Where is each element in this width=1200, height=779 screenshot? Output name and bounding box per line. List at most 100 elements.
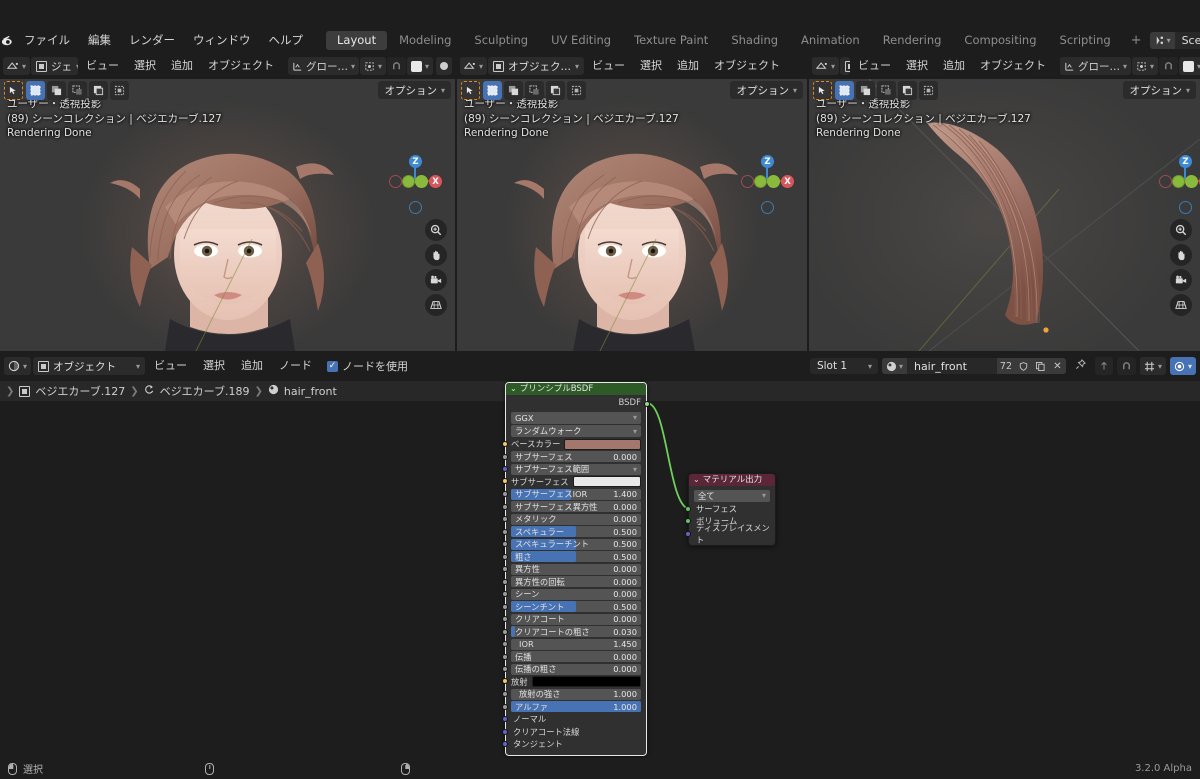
viewport-right-snap-magnet-icon[interactable] xyxy=(1159,57,1179,75)
node-input-subsurface-color[interactable]: サブサーフェス xyxy=(502,476,641,487)
gizmo-axis-neg-y[interactable] xyxy=(1172,175,1185,188)
tab-layout[interactable]: Layout xyxy=(326,30,388,50)
material-datablock[interactable]: ▾ hair_front 72 ✕ xyxy=(881,358,1066,374)
gizmo-axis-neg-y[interactable] xyxy=(402,175,415,188)
shader-snap-icon[interactable]: ▾ xyxy=(1139,357,1166,375)
node-input-subsurface-anisotropy[interactable]: サブサーフェス異方性 0.000 xyxy=(502,501,641,512)
select-extend-icon[interactable] xyxy=(856,80,875,100)
viewport-right-menu-view[interactable]: ビュー xyxy=(851,56,898,76)
pan-hand-icon[interactable] xyxy=(425,244,447,266)
node-input-alpha[interactable]: アルファ 1.000 xyxy=(502,701,641,712)
camera-icon[interactable] xyxy=(425,269,447,291)
select-difference-icon[interactable] xyxy=(567,80,586,100)
menu-help[interactable]: ヘルプ xyxy=(260,28,313,52)
socket-sheen-tint[interactable] xyxy=(502,603,508,610)
node-material-output-header[interactable]: ⌄ マテリアル出力 xyxy=(689,474,775,486)
scene-icon[interactable]: ▾ xyxy=(1149,31,1175,49)
socket-alpha[interactable] xyxy=(502,703,508,710)
viewport-left[interactable]: ▾ オブジェク… ▾ ビュー 選択 追加 オブジェクト グロー… ▾ ▾ xyxy=(0,53,455,351)
ortho-grid-icon[interactable] xyxy=(425,294,447,316)
node-input-metallic[interactable]: メタリック 0.000 xyxy=(502,513,641,525)
material-users-count[interactable]: 72 xyxy=(996,358,1015,374)
gizmo-axis-neg-z[interactable] xyxy=(1179,201,1192,214)
editor-type-3dview-icon[interactable]: ▾ xyxy=(3,57,31,75)
gizmo-axis-z[interactable]: Z xyxy=(761,155,774,168)
fake-user-shield-icon[interactable] xyxy=(1014,358,1032,374)
viewport-right-nav-gizmo[interactable]: Z X xyxy=(1151,151,1200,214)
select-extend-icon[interactable] xyxy=(47,80,66,100)
tab-modeling[interactable]: Modeling xyxy=(388,31,462,50)
tab-sculpting[interactable]: Sculpting xyxy=(463,31,539,50)
use-nodes-toggle[interactable]: ✓ ノードを使用 xyxy=(327,358,408,374)
gizmo-axis-neg-y[interactable] xyxy=(754,175,767,188)
viewport-left-canvas[interactable] xyxy=(0,79,455,351)
select-difference-icon[interactable] xyxy=(919,80,938,100)
collapse-chevron-icon[interactable]: ⌄ xyxy=(510,383,517,395)
viewport-left-menu-object[interactable]: オブジェクト xyxy=(201,56,281,76)
socket-ior[interactable] xyxy=(502,641,508,647)
subsurface-color-swatch[interactable] xyxy=(572,476,641,487)
socket-specular-tint[interactable] xyxy=(502,541,508,547)
new-material-button[interactable] xyxy=(1031,358,1049,374)
socket-clearcoat[interactable] xyxy=(502,616,508,622)
gizmo-axis-neg-x[interactable] xyxy=(741,175,754,188)
scene-selector[interactable]: ▾ Scene ✕ xyxy=(1149,31,1200,49)
node-input-clearcoat-roughness[interactable]: クリアコートの粗さ 0.030 xyxy=(502,626,641,637)
viewport-right-pivot-point[interactable]: ▾ xyxy=(1132,57,1159,75)
node-input-roughness[interactable]: 粗さ 0.500 xyxy=(502,551,641,562)
shader-menu-view[interactable]: ビュー xyxy=(147,356,194,376)
node-material-output-target[interactable]: 全て ▾ xyxy=(694,489,770,502)
base-color-swatch[interactable] xyxy=(564,438,641,450)
node-input-subsurface[interactable]: サブサーフェス 0.000 xyxy=(502,451,641,462)
socket-base-color[interactable] xyxy=(502,440,508,447)
shader-overlay-arrow-icon[interactable] xyxy=(1094,357,1113,375)
editor-type-shader-icon[interactable]: ▾ xyxy=(4,357,32,375)
gizmo-axis-x[interactable]: X xyxy=(781,175,794,188)
viewport-middle-menu-select[interactable]: 選択 xyxy=(633,56,669,76)
viewport-right[interactable]: ▾ オブジェク… ▾ ビュー 選択 追加 オブジェクト グロー… ▾ ▾ xyxy=(809,53,1200,351)
node-principled-header[interactable]: ⌄ プリンシプルBSDF xyxy=(506,383,646,395)
breadcrumb-item-object[interactable]: ベジエカーブ.127 xyxy=(35,383,125,399)
menu-render[interactable]: レンダー xyxy=(120,28,184,52)
viewport-middle-menu-object[interactable]: オブジェクト xyxy=(707,56,787,76)
socket-clearcoat-normal[interactable] xyxy=(502,728,508,735)
shader-menu-node[interactable]: ノード xyxy=(272,356,319,376)
blender-logo-icon[interactable] xyxy=(0,28,15,52)
pan-hand-icon[interactable] xyxy=(1170,244,1192,266)
select-subtract-icon[interactable] xyxy=(68,80,87,100)
node-input-sheen[interactable]: シーン 0.000 xyxy=(502,588,641,600)
menu-file[interactable]: ファイル xyxy=(15,28,79,52)
socket-displacement[interactable] xyxy=(685,530,691,537)
tab-compositing[interactable]: Compositing xyxy=(953,31,1047,50)
node-input-specular-tint[interactable]: スペキュラーチント 0.500 xyxy=(502,538,641,550)
node-principled-output-bsdf[interactable]: BSDF xyxy=(506,397,650,410)
viewport-left-menu-select[interactable]: 選択 xyxy=(127,56,163,76)
viewport-left-menu-view[interactable]: ビュー xyxy=(79,56,126,76)
node-input-clearcoat[interactable]: クリアコート 0.000 xyxy=(502,613,641,625)
select-extend-icon[interactable] xyxy=(504,80,523,100)
socket-subsurface-ior[interactable] xyxy=(502,491,508,497)
scene-name[interactable]: Scene xyxy=(1175,34,1200,47)
viewport-left-overlays-toggle[interactable] xyxy=(436,57,452,75)
select-intersect-icon[interactable] xyxy=(898,80,917,100)
tab-shading[interactable]: Shading xyxy=(720,31,789,50)
shader-type-selector[interactable]: オブジェクト ▾ xyxy=(33,357,146,375)
material-name-field[interactable]: hair_front xyxy=(907,360,997,373)
emission-color-swatch[interactable] xyxy=(531,676,641,687)
node-material-output[interactable]: ⌄ マテリアル出力 全て ▾ サーフェス ボリューム ディスプレイスメント xyxy=(685,473,776,546)
socket-subsurface-anisotropy[interactable] xyxy=(502,503,508,510)
select-subtract-icon[interactable] xyxy=(877,80,896,100)
gizmo-axis-x[interactable]: X xyxy=(429,175,442,188)
unlink-material-icon[interactable]: ✕ xyxy=(1048,358,1066,374)
shader-menu-add[interactable]: 追加 xyxy=(234,356,270,376)
node-principled-subsurface-method[interactable]: ランダムウォーク ▾ xyxy=(511,425,641,437)
socket-tangent[interactable] xyxy=(502,741,508,747)
ortho-grid-icon[interactable] xyxy=(1170,294,1192,316)
socket-sheen[interactable] xyxy=(502,591,508,597)
viewport-left-mode-selector[interactable]: オブジェク… ▾ xyxy=(31,57,78,75)
select-subtract-icon[interactable] xyxy=(525,80,544,100)
node-input-transmission-roughness[interactable]: 伝播の粗さ 0.000 xyxy=(502,663,641,675)
viewport-right-menu-add[interactable]: 追加 xyxy=(936,56,972,76)
tab-texture-paint[interactable]: Texture Paint xyxy=(623,31,719,50)
viewport-right-transform-orientation[interactable]: グロー… ▾ xyxy=(1060,57,1132,75)
